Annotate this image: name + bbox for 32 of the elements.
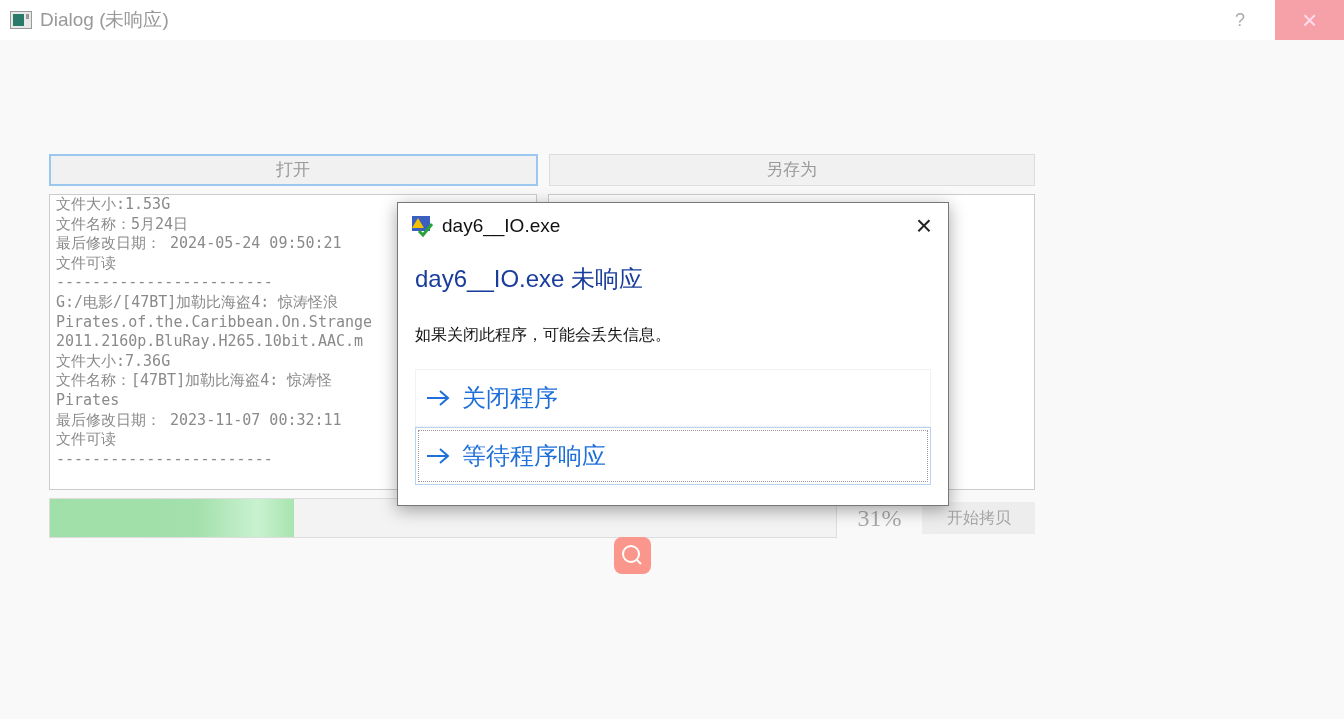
close-button[interactable]: × bbox=[1275, 0, 1344, 40]
log-line: 最后修改日期： 2023-11-07 00:32:11 bbox=[56, 410, 342, 431]
log-line: ------------------------ bbox=[56, 449, 273, 470]
arrow-icon bbox=[426, 389, 450, 407]
dialog-title: day6__IO.exe bbox=[442, 213, 562, 239]
progress-reading: 31% bbox=[856, 504, 903, 533]
search-button[interactable] bbox=[614, 537, 651, 574]
command-link[interactable]: 关闭程序 bbox=[415, 369, 931, 427]
log-line: 文件大小:1.53G bbox=[56, 195, 171, 215]
app-warning-icon bbox=[410, 214, 434, 238]
log-line: 文件名称：5月24日 bbox=[56, 214, 189, 235]
log-line: ------------------------ bbox=[56, 273, 273, 293]
search-icon bbox=[621, 544, 643, 566]
toolbar-button[interactable]: 另存为 bbox=[548, 154, 1035, 186]
dialog-message: 如果关闭此程序，可能会丢失信息。 bbox=[415, 325, 672, 345]
window-title: Dialog (未响应) bbox=[40, 7, 170, 32]
toolbar-button[interactable]: 打开 bbox=[49, 154, 538, 186]
log-line: G:/电影/[47BT]加勒比海盗4: 惊涛怪浪 bbox=[56, 292, 339, 313]
app-icon bbox=[10, 11, 32, 29]
log-line: Pirates bbox=[56, 390, 120, 411]
log-line: 文件名称：[47BT]加勒比海盗4: 惊涛怪 bbox=[56, 371, 333, 391]
log-line: Pirates.of.the.Caribbean.On.Strange bbox=[56, 312, 373, 333]
dialog-heading: day6__IO.exe 未响应 bbox=[415, 264, 645, 294]
command-link[interactable]: 等待程序响应 bbox=[415, 427, 931, 485]
arrow-icon bbox=[426, 447, 450, 465]
close-button[interactable]: × bbox=[909, 211, 938, 241]
help-button[interactable]: ? bbox=[1205, 6, 1275, 34]
log-line: 文件可读 bbox=[56, 430, 116, 450]
log-line: 文件大小:7.36G bbox=[56, 351, 171, 372]
log-line: 2011.2160p.BluRay.H265.10bit.AAC.m bbox=[56, 332, 364, 352]
log-line: 文件可读 bbox=[56, 253, 116, 274]
log-line: 最后修改日期： 2024-05-24 09:50:21 bbox=[56, 234, 342, 254]
